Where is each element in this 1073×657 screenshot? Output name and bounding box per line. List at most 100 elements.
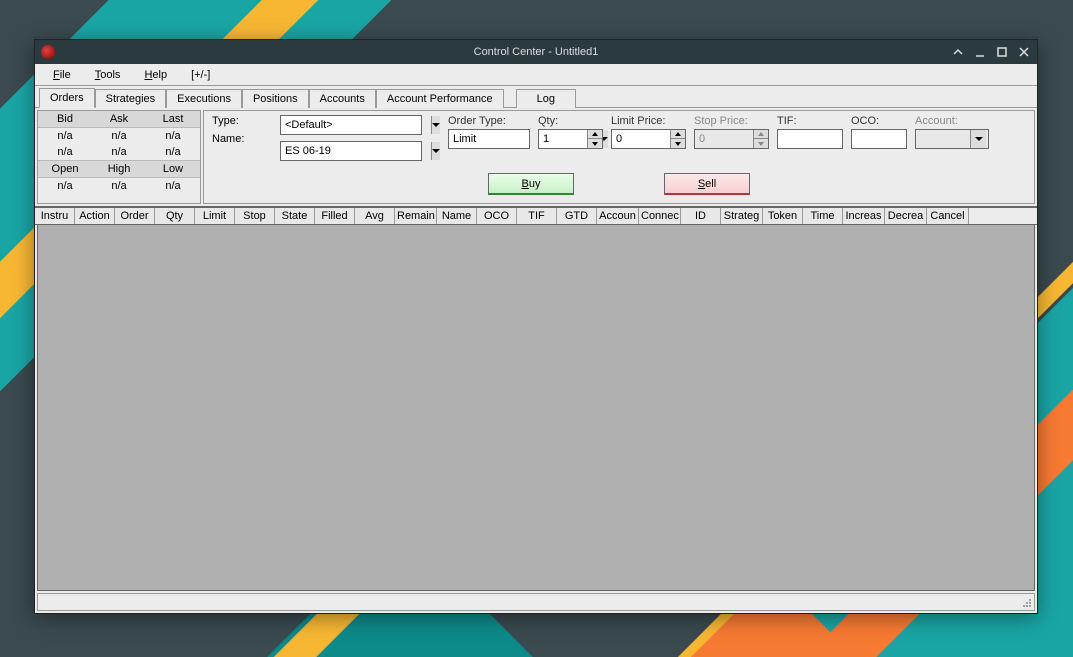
qty-label: Qty: xyxy=(538,115,603,127)
status-bar xyxy=(37,593,1035,611)
qty-spinner[interactable] xyxy=(538,129,603,149)
menubar: File Tools Help [+/-] xyxy=(35,64,1037,86)
sell-button[interactable]: Sell xyxy=(664,173,750,195)
account-combo[interactable] xyxy=(915,129,989,149)
tab-log[interactable]: Log xyxy=(516,89,576,108)
menu-file[interactable]: File xyxy=(43,67,81,83)
stop-price-up-button xyxy=(754,130,768,139)
grid-col-strateg[interactable]: Strateg xyxy=(721,208,763,224)
grid-col-avg[interactable]: Avg xyxy=(355,208,395,224)
quote-ask-1: n/a xyxy=(92,128,146,145)
buy-button[interactable]: Buy xyxy=(488,173,574,195)
maximize-button[interactable] xyxy=(995,45,1009,59)
oco-label: OCO: xyxy=(851,115,907,127)
stop-price-label: Stop Price: xyxy=(694,115,769,127)
name-input[interactable] xyxy=(281,142,431,160)
qty-down-button[interactable] xyxy=(588,139,602,148)
grid-col-action[interactable]: Action xyxy=(75,208,115,224)
oco-input-box[interactable] xyxy=(851,129,907,149)
menu-toggle[interactable]: [+/-] xyxy=(181,67,220,83)
quote-high: n/a xyxy=(92,178,146,195)
resize-grip-icon[interactable] xyxy=(1020,596,1032,608)
quote-header-open: Open xyxy=(38,161,92,178)
account-input[interactable] xyxy=(916,130,970,148)
name-combo[interactable] xyxy=(280,141,422,161)
grid-col-gtd[interactable]: GTD xyxy=(557,208,597,224)
stop-price-down-button xyxy=(754,139,768,148)
menu-tools[interactable]: Tools xyxy=(85,67,131,83)
tab-executions[interactable]: Executions xyxy=(166,89,242,108)
limit-price-up-button[interactable] xyxy=(671,130,685,139)
grid-col-filled[interactable]: Filled xyxy=(315,208,355,224)
quote-panel: Bid Ask Last n/a n/a n/a n/a n/a n/a xyxy=(37,110,201,204)
grid-col-order[interactable]: Order xyxy=(115,208,155,224)
window-title: Control Center - Untitled1 xyxy=(35,46,1037,58)
type-label: Type: xyxy=(212,115,254,127)
tab-account-performance[interactable]: Account Performance xyxy=(376,89,504,108)
grid-col-token[interactable]: Token xyxy=(763,208,803,224)
grid-col-limit[interactable]: Limit xyxy=(195,208,235,224)
app-window: Control Center - Untitled1 File Tools He… xyxy=(34,39,1038,614)
grid-col-id[interactable]: ID xyxy=(681,208,721,224)
grid-col-time[interactable]: Time xyxy=(803,208,843,224)
quote-header-bid: Bid xyxy=(38,111,92,128)
order-type-combo[interactable] xyxy=(448,129,530,149)
quote-bid-2: n/a xyxy=(38,144,92,161)
qty-up-button[interactable] xyxy=(588,130,602,139)
quote-bid-1: n/a xyxy=(38,128,92,145)
grid-col-accoun[interactable]: Accoun xyxy=(597,208,639,224)
quote-header-ask: Ask xyxy=(92,111,146,128)
grid-col-instru[interactable]: Instru xyxy=(35,208,75,224)
limit-price-input[interactable] xyxy=(612,130,670,148)
titlebar[interactable]: Control Center - Untitled1 xyxy=(35,40,1037,64)
tab-bar: Orders Strategies Executions Positions A… xyxy=(35,86,1037,108)
upper-panel: Bid Ask Last n/a n/a n/a n/a n/a n/a xyxy=(35,108,1037,207)
name-label: Name: xyxy=(212,133,254,145)
oco-input[interactable] xyxy=(852,130,904,148)
minimize-button[interactable] xyxy=(973,45,987,59)
account-dropdown-button[interactable] xyxy=(970,130,986,148)
tab-orders[interactable]: Orders xyxy=(39,88,95,108)
type-dropdown-button[interactable] xyxy=(431,116,440,134)
type-input[interactable] xyxy=(281,116,431,134)
limit-price-label: Limit Price: xyxy=(611,115,686,127)
grid-header: InstruActionOrderQtyLimitStopStateFilled… xyxy=(35,207,1037,225)
tif-label: TIF: xyxy=(777,115,843,127)
order-type-label: Order Type: xyxy=(448,115,530,127)
grid-col-oco[interactable]: OCO xyxy=(477,208,517,224)
qty-input[interactable] xyxy=(539,130,587,148)
tab-positions[interactable]: Positions xyxy=(242,89,309,108)
grid-body[interactable] xyxy=(37,225,1035,591)
stop-price-spinner xyxy=(694,129,769,149)
tab-accounts[interactable]: Accounts xyxy=(309,89,376,108)
grid-col-decrea[interactable]: Decrea xyxy=(885,208,927,224)
grid-col-cancel[interactable]: Cancel xyxy=(927,208,969,224)
quote-header-last: Last xyxy=(146,111,200,128)
menu-help[interactable]: Help xyxy=(134,67,177,83)
app-icon xyxy=(41,45,55,59)
grid-col-connec[interactable]: Connec xyxy=(639,208,681,224)
quote-header-low: Low xyxy=(146,161,200,178)
grid-col-increas[interactable]: Increas xyxy=(843,208,885,224)
grid-col-tif[interactable]: TIF xyxy=(517,208,557,224)
limit-price-spinner[interactable] xyxy=(611,129,686,149)
quote-open: n/a xyxy=(38,178,92,195)
account-label: Account: xyxy=(915,115,989,127)
grid-col-name[interactable]: Name xyxy=(437,208,477,224)
quote-ask-2: n/a xyxy=(92,144,146,161)
quote-last-2: n/a xyxy=(146,144,200,161)
grid-col-state[interactable]: State xyxy=(275,208,315,224)
close-button[interactable] xyxy=(1017,45,1031,59)
quote-low: n/a xyxy=(146,178,200,195)
stop-price-input xyxy=(695,130,753,148)
tab-strategies[interactable]: Strategies xyxy=(95,89,167,108)
order-entry-panel: Type: Name: xyxy=(203,110,1035,204)
grid-col-qty[interactable]: Qty xyxy=(155,208,195,224)
type-combo[interactable] xyxy=(280,115,422,135)
tif-combo[interactable] xyxy=(777,129,843,149)
grid-col-stop[interactable]: Stop xyxy=(235,208,275,224)
limit-price-down-button[interactable] xyxy=(671,139,685,148)
rollup-button[interactable] xyxy=(951,45,965,59)
name-dropdown-button[interactable] xyxy=(431,142,440,160)
grid-col-remain[interactable]: Remain xyxy=(395,208,437,224)
